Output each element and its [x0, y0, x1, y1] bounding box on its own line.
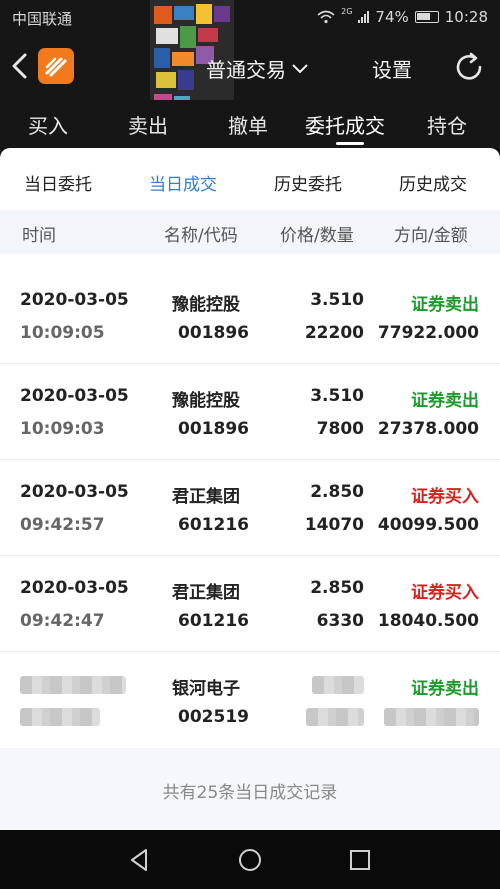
trade-time: 10:09:05	[20, 323, 105, 343]
settings-button[interactable]: 设置	[372, 54, 412, 83]
clock: 10:28	[444, 8, 488, 26]
carrier-label: 中国联通	[12, 10, 73, 28]
trade-quantity: 14070	[304, 515, 364, 535]
nav-home-icon[interactable]	[236, 846, 264, 874]
signal-icon	[358, 11, 370, 23]
app-logo[interactable]	[38, 48, 74, 84]
col-direction-amount: 方向/金额	[394, 226, 468, 246]
stock-name: 银河电子	[172, 679, 240, 699]
back-icon[interactable]	[10, 51, 34, 81]
page-title: 普通交易	[206, 58, 286, 82]
trade-direction: 证券卖出	[411, 295, 479, 315]
stock-code: 002519	[178, 707, 249, 727]
battery-percent: 74%	[375, 8, 409, 26]
trade-price: 2.850	[310, 578, 364, 598]
battery-icon	[414, 11, 439, 23]
status-bar: 中国联通 2G 74% 10:28	[0, 0, 500, 34]
header-bar: 普通交易 设置	[0, 0, 500, 148]
chevron-down-icon	[292, 63, 308, 73]
trade-quantity: 6330	[316, 611, 364, 631]
stock-code: 001896	[178, 323, 249, 343]
trade-price: 3.510	[310, 386, 364, 406]
trade-quantity: 22200	[304, 323, 364, 343]
tab-orders-deals[interactable]: 委托成交	[305, 110, 385, 139]
nav-recents-icon[interactable]	[346, 846, 374, 874]
trade-list: 2020-03-05 10:09:05 豫能控股 001896 3.510 22…	[0, 268, 500, 748]
trade-type-dropdown[interactable]: 普通交易	[206, 54, 308, 83]
trade-date: 2020-03-05	[20, 482, 129, 502]
subtab-today-orders[interactable]: 当日委托	[24, 170, 92, 195]
col-name-code: 名称/代码	[164, 226, 238, 246]
trade-direction: 证券买入	[411, 487, 479, 507]
subtab-history-orders[interactable]: 历史委托	[274, 170, 342, 195]
trade-price: 3.510	[310, 290, 364, 310]
trade-direction: 证券买入	[411, 583, 479, 603]
wifi-icon	[317, 10, 335, 24]
record-count-note: 共有25条当日成交记录	[0, 748, 500, 830]
redacted-price	[312, 676, 364, 694]
trade-quantity: 7800	[316, 419, 364, 439]
trade-time: 10:09:03	[20, 419, 105, 439]
subtab-history-deals[interactable]: 历史成交	[399, 170, 467, 195]
table-row[interactable]: 2020-03-05 09:42:57 君正集团 601216 2.850 14…	[0, 460, 500, 556]
nav-back-icon[interactable]	[126, 846, 154, 874]
stock-code: 601216	[178, 611, 249, 631]
tab-cancel-order[interactable]: 撤单	[228, 110, 268, 139]
main-tab-bar: 买入 卖出 撤单 委托成交 持仓	[0, 100, 500, 148]
redacted-quantity	[306, 708, 364, 726]
trade-amount: 27378.000	[377, 419, 479, 439]
system-nav-bar	[0, 830, 500, 889]
active-tab-indicator	[336, 142, 364, 145]
stock-name: 豫能控股	[172, 295, 240, 315]
stock-code: 601216	[178, 515, 249, 535]
trade-direction: 证券卖出	[411, 679, 479, 699]
redacted-time	[20, 708, 100, 726]
sub-tab-bar: 当日委托 当日成交 历史委托 历史成交	[0, 148, 500, 210]
redacted-amount	[384, 708, 479, 726]
table-row[interactable]: 2020-03-05 10:09:03 豫能控股 001896 3.510 78…	[0, 364, 500, 460]
trade-price: 2.850	[310, 482, 364, 502]
table-row[interactable]: 银河电子 002519 证券卖出	[0, 652, 500, 748]
col-price-qty: 价格/数量	[280, 226, 354, 246]
trade-date: 2020-03-05	[20, 386, 129, 406]
col-time: 时间	[22, 226, 56, 246]
stock-name: 君正集团	[172, 487, 240, 507]
trade-amount: 18040.500	[377, 611, 479, 631]
tab-buy[interactable]: 买入	[28, 110, 68, 139]
trade-direction: 证券卖出	[411, 391, 479, 411]
stock-name: 君正集团	[172, 583, 240, 603]
redacted-date	[20, 676, 126, 694]
status-icons: 2G 74% 10:28	[317, 6, 488, 26]
trade-date: 2020-03-05	[20, 290, 129, 310]
trade-time: 09:42:57	[20, 515, 105, 535]
trade-time: 09:42:47	[20, 611, 105, 631]
table-row[interactable]: 2020-03-05 10:09:05 豫能控股 001896 3.510 22…	[0, 268, 500, 364]
tab-sell[interactable]: 卖出	[128, 110, 168, 139]
tab-positions[interactable]: 持仓	[427, 110, 467, 139]
content-panel: 当日委托 当日成交 历史委托 历史成交 时间 名称/代码 价格/数量 方向/金额…	[0, 148, 500, 830]
table-header: 时间 名称/代码 价格/数量 方向/金额	[0, 210, 500, 254]
trade-date: 2020-03-05	[20, 578, 129, 598]
network-type: 2G	[341, 6, 353, 16]
stock-name: 豫能控股	[172, 391, 240, 411]
trade-amount: 77922.000	[377, 323, 479, 343]
refresh-icon[interactable]	[452, 50, 486, 84]
subtab-today-deals[interactable]: 当日成交	[149, 170, 217, 195]
stock-code: 001896	[178, 419, 249, 439]
trade-amount: 40099.500	[377, 515, 479, 535]
table-row[interactable]: 2020-03-05 09:42:47 君正集团 601216 2.850 63…	[0, 556, 500, 652]
